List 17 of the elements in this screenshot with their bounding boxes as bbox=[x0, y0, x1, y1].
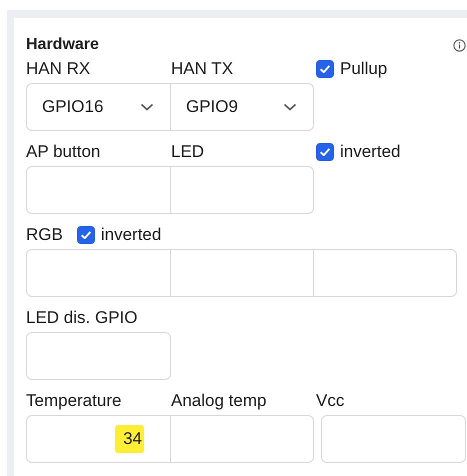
field-label: RGB bbox=[26, 225, 63, 245]
field-label: Temperature bbox=[26, 391, 122, 411]
field-label: Analog temp bbox=[171, 391, 268, 411]
field-label: AP button bbox=[26, 142, 102, 162]
field-label: LED bbox=[171, 142, 206, 162]
checkbox[interactable]: inverted bbox=[76, 225, 162, 245]
field-label: HAN TX bbox=[171, 59, 234, 79]
check-icon bbox=[320, 148, 330, 156]
section-title: Hardware bbox=[26, 36, 99, 54]
info-icon[interactable] bbox=[453, 38, 466, 52]
field-label: HAN RX bbox=[26, 59, 92, 79]
checkbox[interactable]: inverted bbox=[316, 142, 461, 162]
check-icon bbox=[320, 65, 330, 73]
field-label: LED dis. GPIO bbox=[26, 308, 138, 328]
check-icon bbox=[80, 231, 91, 239]
field-label: Vcc bbox=[316, 391, 346, 411]
checkbox[interactable]: Pullup bbox=[316, 59, 461, 79]
